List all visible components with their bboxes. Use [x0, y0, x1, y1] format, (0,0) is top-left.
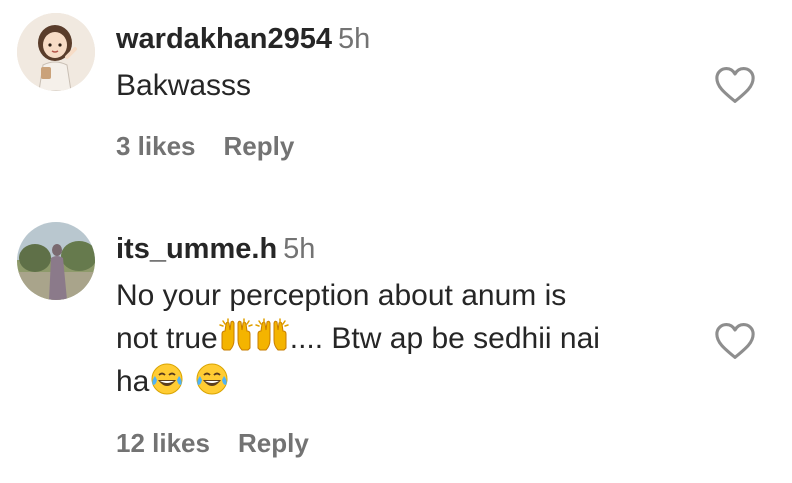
username-link[interactable]: wardakhan2954	[116, 23, 332, 55]
reply-button[interactable]: Reply	[224, 131, 295, 161]
avatar[interactable]	[17, 222, 95, 300]
comment-text-segment: .... Btw ap be sedhii nai	[289, 322, 600, 355]
cartoon-girl-avatar-icon	[17, 13, 95, 91]
comment-text-segment: not true	[116, 322, 218, 355]
raising-hands-emoji-icon	[218, 318, 253, 351]
comment-actions: 3 likes Reply	[116, 131, 294, 162]
comment-text: Bakwasss	[116, 69, 252, 102]
comment-header: its_umme.h 5h	[116, 232, 682, 266]
avatar[interactable]	[17, 13, 95, 91]
heart-outline-icon[interactable]	[714, 66, 756, 104]
comment-body: its_umme.h 5h No your perception about an…	[116, 232, 682, 403]
comment-actions: 12 likes Reply	[116, 428, 309, 459]
tears-of-joy-emoji-icon	[196, 363, 228, 395]
reply-button[interactable]: Reply	[238, 428, 309, 458]
comment-text-line: No your perception about anum is	[116, 279, 567, 312]
comment-body: wardakhan2954 5h Bakwasss	[116, 22, 682, 107]
timestamp[interactable]: 5h	[283, 233, 315, 265]
tears-of-joy-emoji-icon	[151, 363, 183, 395]
comment-header: wardakhan2954 5h	[116, 22, 682, 56]
likes-count-button[interactable]: 12 likes	[116, 428, 210, 458]
outdoor-photo-avatar-icon	[17, 222, 95, 300]
timestamp[interactable]: 5h	[338, 23, 370, 55]
comment-item: wardakhan2954 5h Bakwasss 3 likes Reply	[0, 0, 792, 210]
comment-text: No your perception about anum is not tru…	[116, 274, 682, 403]
raising-hands-emoji-icon	[254, 318, 289, 351]
heart-outline-icon[interactable]	[714, 322, 756, 360]
username-link[interactable]: its_umme.h	[116, 233, 277, 265]
comment-text-segment: ha	[116, 365, 150, 398]
comment-item: its_umme.h 5h No your perception about an…	[0, 210, 792, 483]
likes-count-button[interactable]: 3 likes	[116, 131, 196, 161]
